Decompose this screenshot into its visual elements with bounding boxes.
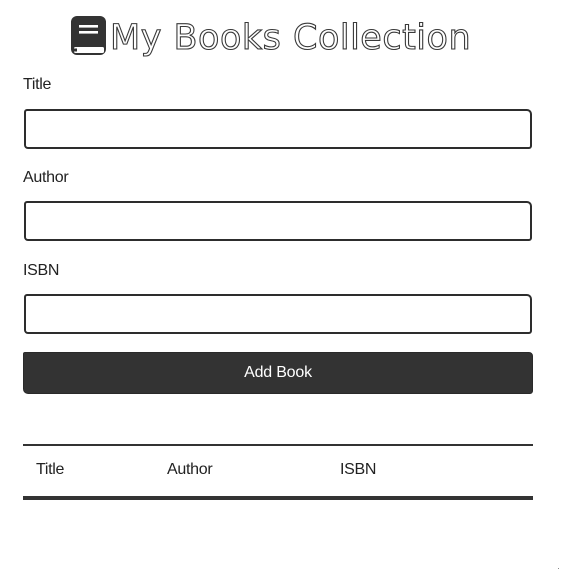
books-table: Title Author ISBN [23, 444, 533, 500]
title-label: Title [23, 76, 52, 93]
title-input[interactable] [24, 109, 532, 149]
author-label: Author [23, 169, 69, 186]
app-header: My Books Collection [0, 10, 561, 66]
column-header-author: Author [167, 461, 213, 478]
isbn-input[interactable] [24, 294, 532, 334]
add-book-button[interactable]: Add Book [23, 352, 533, 394]
book-icon [71, 16, 106, 55]
isbn-label: ISBN [23, 262, 60, 279]
page-title: My Books Collection [109, 17, 472, 58]
corner-mark [558, 568, 559, 569]
author-input[interactable] [24, 201, 532, 241]
column-header-title: Title [36, 461, 65, 478]
column-header-isbn: ISBN [340, 461, 377, 478]
